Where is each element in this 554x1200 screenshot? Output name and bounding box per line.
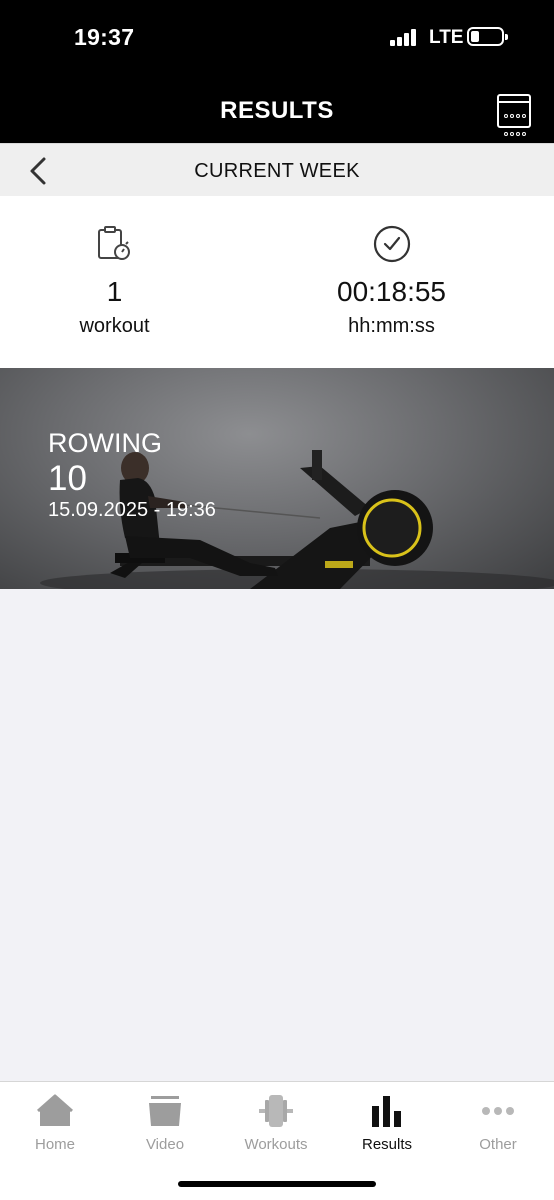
duration-unit: hh:mm:ss xyxy=(348,315,435,337)
tab-results[interactable]: Results xyxy=(332,1082,442,1162)
workout-count-value: 1 xyxy=(106,276,123,307)
tab-bar: Home Video Workouts Results Other xyxy=(0,1081,554,1200)
tab-other[interactable]: Other xyxy=(443,1082,553,1162)
home-indicator[interactable] xyxy=(178,1181,376,1187)
tab-home-label: Home xyxy=(34,1136,75,1153)
tab-video[interactable]: Video xyxy=(110,1082,220,1162)
workout-date: 15.09.2025 - 19:36 xyxy=(48,499,216,521)
duration-stat: 00:18:55 hh:mm:ss xyxy=(253,196,530,368)
status-bar: 19:37 LTE xyxy=(0,0,554,80)
workout-card[interactable]: ROWING 10 15.09.2025 - 19:36 xyxy=(0,368,554,589)
video-icon xyxy=(147,1094,183,1128)
tab-workouts[interactable]: Workouts xyxy=(221,1082,331,1162)
signal-icon xyxy=(390,29,418,46)
status-time: 19:37 xyxy=(74,24,135,50)
app-header: RESULTS xyxy=(0,80,554,154)
tab-home[interactable]: Home xyxy=(0,1082,110,1162)
clipboard-timer-icon xyxy=(95,224,135,264)
battery-icon xyxy=(467,27,508,46)
barbell-icon xyxy=(258,1094,294,1128)
workout-type: ROWING xyxy=(48,428,162,458)
tab-results-label: Results xyxy=(361,1136,413,1153)
home-icon xyxy=(37,1094,73,1128)
clock-check-icon xyxy=(372,224,412,264)
workout-count-stat: 1 workout xyxy=(0,196,253,368)
tab-other-label: Other xyxy=(479,1136,517,1153)
network-type: LTE xyxy=(429,27,464,48)
page-title: RESULTS xyxy=(220,97,334,124)
bar-chart-icon xyxy=(369,1094,405,1128)
week-navigation: CURRENT WEEK xyxy=(0,143,554,196)
workout-count-unit: workout xyxy=(79,315,150,337)
tab-video-label: Video xyxy=(145,1136,185,1153)
calendar-icon[interactable] xyxy=(497,94,531,154)
more-dots-icon xyxy=(480,1094,516,1128)
duration-value: 00:18:55 xyxy=(337,276,446,307)
stats-summary: 1 workout 00:18:55 hh:mm:ss xyxy=(0,196,554,368)
workout-card-text: ROWING 10 15.09.2025 - 19:36 xyxy=(48,428,216,522)
week-title: CURRENT WEEK xyxy=(194,160,360,182)
tab-workouts-label: Workouts xyxy=(244,1136,308,1153)
workout-value: 10 xyxy=(48,459,87,498)
